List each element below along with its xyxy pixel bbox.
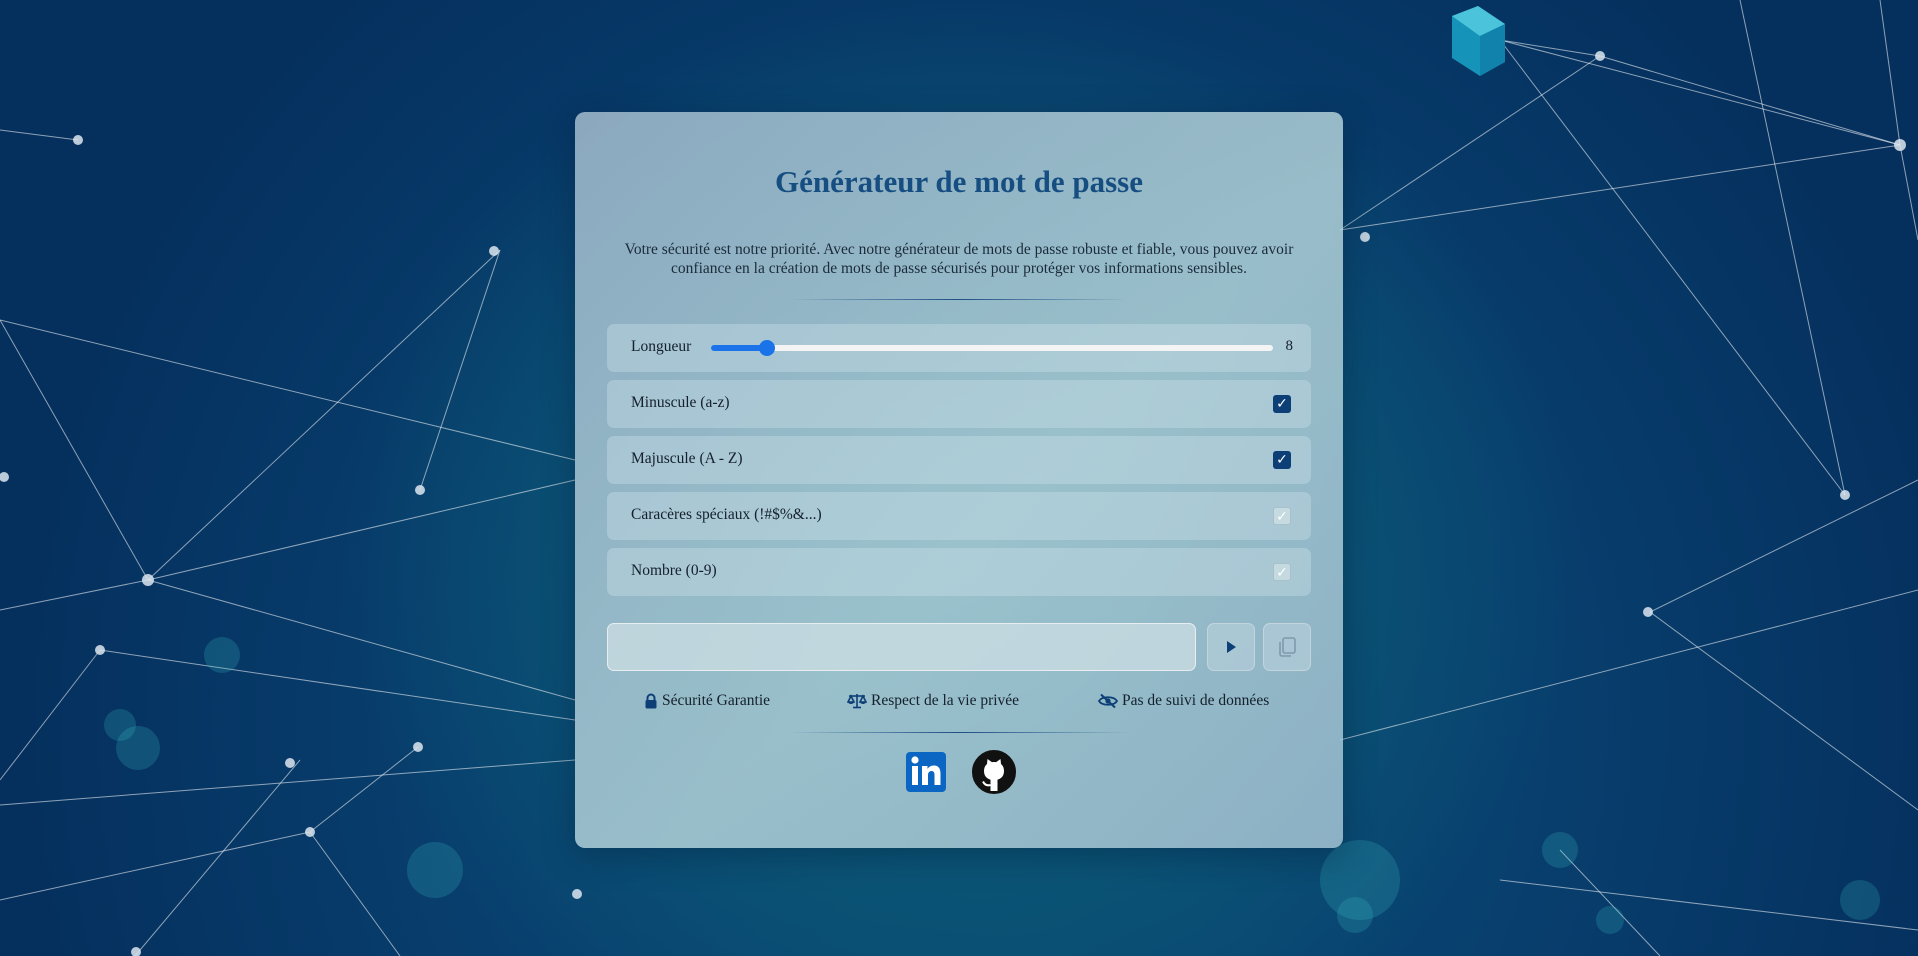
option-label-uppercase: Majuscule (A - Z): [631, 450, 743, 467]
linkedin-icon[interactable]: [904, 750, 948, 794]
feature-no-tracking: Pas de suivi de données: [1098, 692, 1269, 710]
eye-slash-icon: [1098, 693, 1118, 709]
password-generator-card: Générateur de mot de passe Votre sécurit…: [575, 112, 1343, 848]
password-output-field[interactable]: [607, 623, 1196, 671]
length-value: 8: [1285, 338, 1294, 354]
scale-icon: [847, 694, 867, 709]
option-label-lowercase: Minuscule (a-z): [631, 394, 730, 411]
copy-icon: [1279, 637, 1296, 657]
option-row-special: Caracères spéciaux (!#$%&...) ✓: [607, 492, 1311, 540]
lowercase-checkbox[interactable]: ✓: [1273, 395, 1291, 413]
feature-no-tracking-label: Pas de suivi de données: [1122, 692, 1270, 709]
lock-icon: [645, 693, 657, 709]
option-row-lowercase: Minuscule (a-z) ✓: [607, 380, 1311, 428]
length-row: Longueur 8: [607, 324, 1311, 372]
features-list: Sécurité Garantie Respect de la vie priv…: [575, 692, 1343, 712]
option-label-numbers: Nombre (0-9): [631, 562, 717, 579]
length-slider-thumb[interactable]: [759, 340, 775, 356]
option-row-numbers: Nombre (0-9) ✓: [607, 548, 1311, 596]
feature-privacy: Respect de la vie privée: [847, 692, 1019, 710]
option-row-uppercase: Majuscule (A - Z) ✓: [607, 436, 1311, 484]
generate-button[interactable]: [1207, 623, 1255, 671]
github-icon[interactable]: [972, 750, 1016, 794]
special-chars-checkbox[interactable]: ✓: [1273, 507, 1291, 525]
top-divider: [789, 299, 1129, 300]
length-label: Longueur: [631, 338, 692, 355]
option-label-special: Caracères spéciaux (!#$%&...): [631, 506, 822, 523]
copy-button[interactable]: [1263, 623, 1311, 671]
numbers-checkbox[interactable]: ✓: [1273, 563, 1291, 581]
feature-privacy-label: Respect de la vie privée: [871, 692, 1020, 709]
play-icon: [1227, 641, 1236, 653]
feature-security: Sécurité Garantie: [644, 692, 770, 710]
bottom-divider: [789, 732, 1129, 733]
page-description: Votre sécurité est notre priorité. Avec …: [624, 241, 1294, 277]
feature-security-label: Sécurité Garantie: [662, 692, 771, 709]
length-slider[interactable]: [711, 340, 1273, 356]
page-title: Générateur de mot de passe: [775, 164, 1143, 199]
uppercase-checkbox[interactable]: ✓: [1273, 451, 1291, 469]
